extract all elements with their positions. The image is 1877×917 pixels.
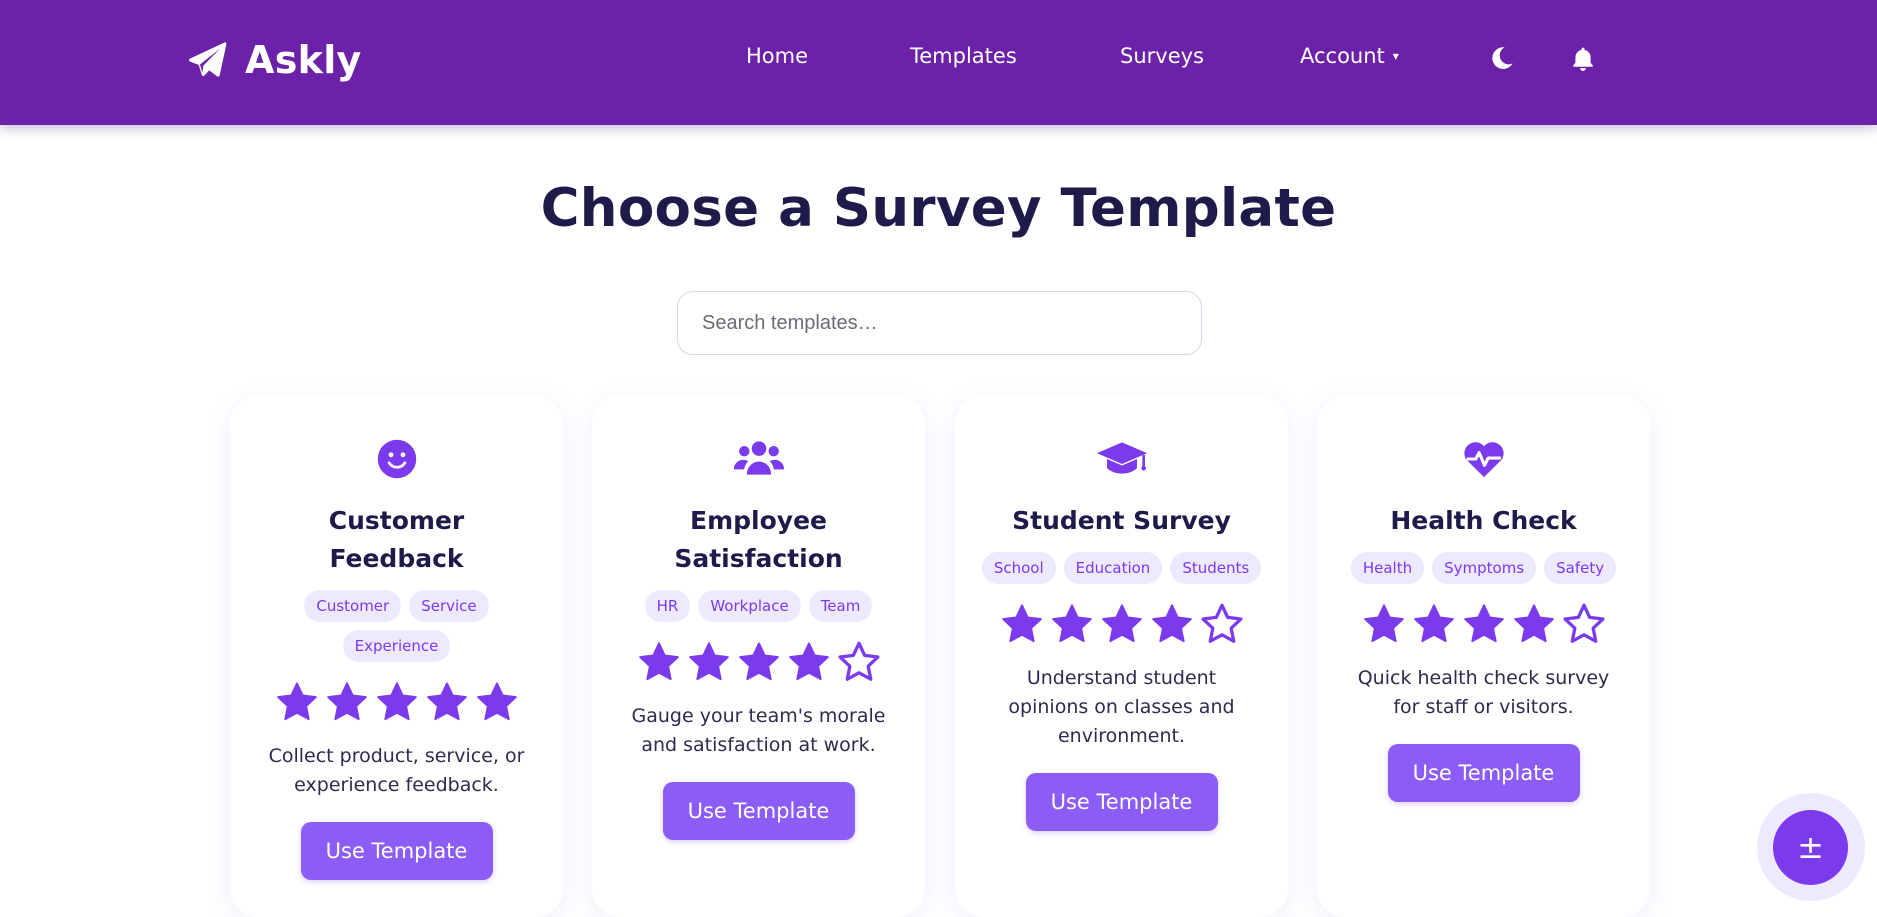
star-filled-icon — [687, 640, 731, 684]
card-description: Understand student opinions on classes a… — [1008, 667, 1235, 747]
tag: HR — [644, 590, 691, 622]
tag: Team — [808, 590, 873, 622]
tag: Workplace — [698, 590, 801, 622]
tag: Education — [1063, 552, 1163, 584]
use-template-button[interactable]: Use Template — [662, 782, 855, 840]
star-filled-icon — [1150, 602, 1194, 646]
card-title: Employee Satisfaction — [674, 506, 843, 573]
template-card-customer-feedback: Customer Feedback Customer Service Exper… — [230, 396, 563, 917]
card-title: Customer Feedback — [328, 506, 465, 573]
tag: Customer — [304, 590, 402, 622]
nav-account-dropdown[interactable]: Account ▾ — [1300, 44, 1399, 68]
template-card-health-check: Health Check Health Symptoms Safety Quic… — [1317, 396, 1650, 917]
star-filled-icon — [1000, 602, 1044, 646]
chevron-down-icon: ▾ — [1392, 49, 1399, 63]
tag-list: School Education Students — [980, 552, 1263, 584]
paper-plane-icon — [187, 40, 227, 80]
top-navigation-bar: Askly Home Templates Surveys Account ▾ — [0, 0, 1877, 125]
star-outline-icon — [837, 640, 881, 684]
star-filled-icon — [325, 680, 369, 724]
star-filled-icon — [637, 640, 681, 684]
smile-icon — [230, 434, 563, 484]
star-filled-icon — [275, 680, 319, 724]
nav-surveys[interactable]: Surveys — [1120, 44, 1204, 68]
page-title: Choose a Survey Template — [540, 178, 1337, 239]
star-filled-icon — [1512, 602, 1556, 646]
tag-list: HR Workplace Team — [617, 590, 900, 622]
bell-icon[interactable] — [1569, 43, 1597, 75]
card-title: Student Survey — [1012, 506, 1231, 535]
star-filled-icon — [475, 680, 519, 724]
star-filled-icon — [375, 680, 419, 724]
tag: Service — [409, 590, 489, 622]
star-filled-icon — [1462, 602, 1506, 646]
use-template-button[interactable]: Use Template — [300, 822, 493, 880]
heartbeat-icon — [1317, 434, 1650, 484]
tag: Students — [1170, 552, 1262, 584]
tag-list: Customer Service Experience — [255, 590, 538, 662]
star-outline-icon — [1200, 602, 1244, 646]
star-rating — [592, 640, 925, 684]
star-outline-icon — [1562, 602, 1606, 646]
use-template-button[interactable]: Use Template — [1025, 773, 1218, 831]
nav-templates[interactable]: Templates — [910, 44, 1017, 68]
star-rating — [955, 602, 1288, 646]
star-filled-icon — [787, 640, 831, 684]
template-card-student-survey: Student Survey School Education Students… — [955, 396, 1288, 917]
graduation-cap-icon — [955, 434, 1288, 484]
tag: Safety — [1544, 552, 1617, 584]
tag: Health — [1350, 552, 1425, 584]
star-filled-icon — [425, 680, 469, 724]
tag: School — [981, 552, 1056, 584]
card-description: Collect product, service, or experience … — [268, 745, 525, 796]
star-rating — [230, 680, 563, 724]
tag: Experience — [342, 630, 451, 662]
search-input[interactable] — [677, 291, 1202, 355]
star-filled-icon — [1050, 602, 1094, 646]
template-card-employee-satisfaction: Employee Satisfaction HR Workplace Team … — [592, 396, 925, 917]
tag: Symptoms — [1432, 552, 1537, 584]
card-description: Gauge your team's morale and satisfactio… — [631, 705, 886, 756]
star-filled-icon — [737, 640, 781, 684]
star-filled-icon — [1412, 602, 1456, 646]
moon-icon[interactable] — [1489, 43, 1515, 73]
floating-action-button[interactable]: ± — [1773, 810, 1848, 885]
star-rating — [1317, 602, 1650, 646]
tag-list: Health Symptoms Safety — [1342, 552, 1625, 584]
brand[interactable]: Askly — [187, 38, 362, 82]
card-title: Health Check — [1390, 506, 1577, 535]
users-icon — [592, 434, 925, 484]
use-template-button[interactable]: Use Template — [1387, 744, 1580, 802]
star-filled-icon — [1100, 602, 1144, 646]
nav-account-label: Account — [1300, 44, 1385, 68]
app-name: Askly — [245, 38, 362, 82]
card-description: Quick health check survey for staff or v… — [1357, 667, 1610, 718]
star-filled-icon — [1362, 602, 1406, 646]
nav-home[interactable]: Home — [746, 44, 808, 68]
